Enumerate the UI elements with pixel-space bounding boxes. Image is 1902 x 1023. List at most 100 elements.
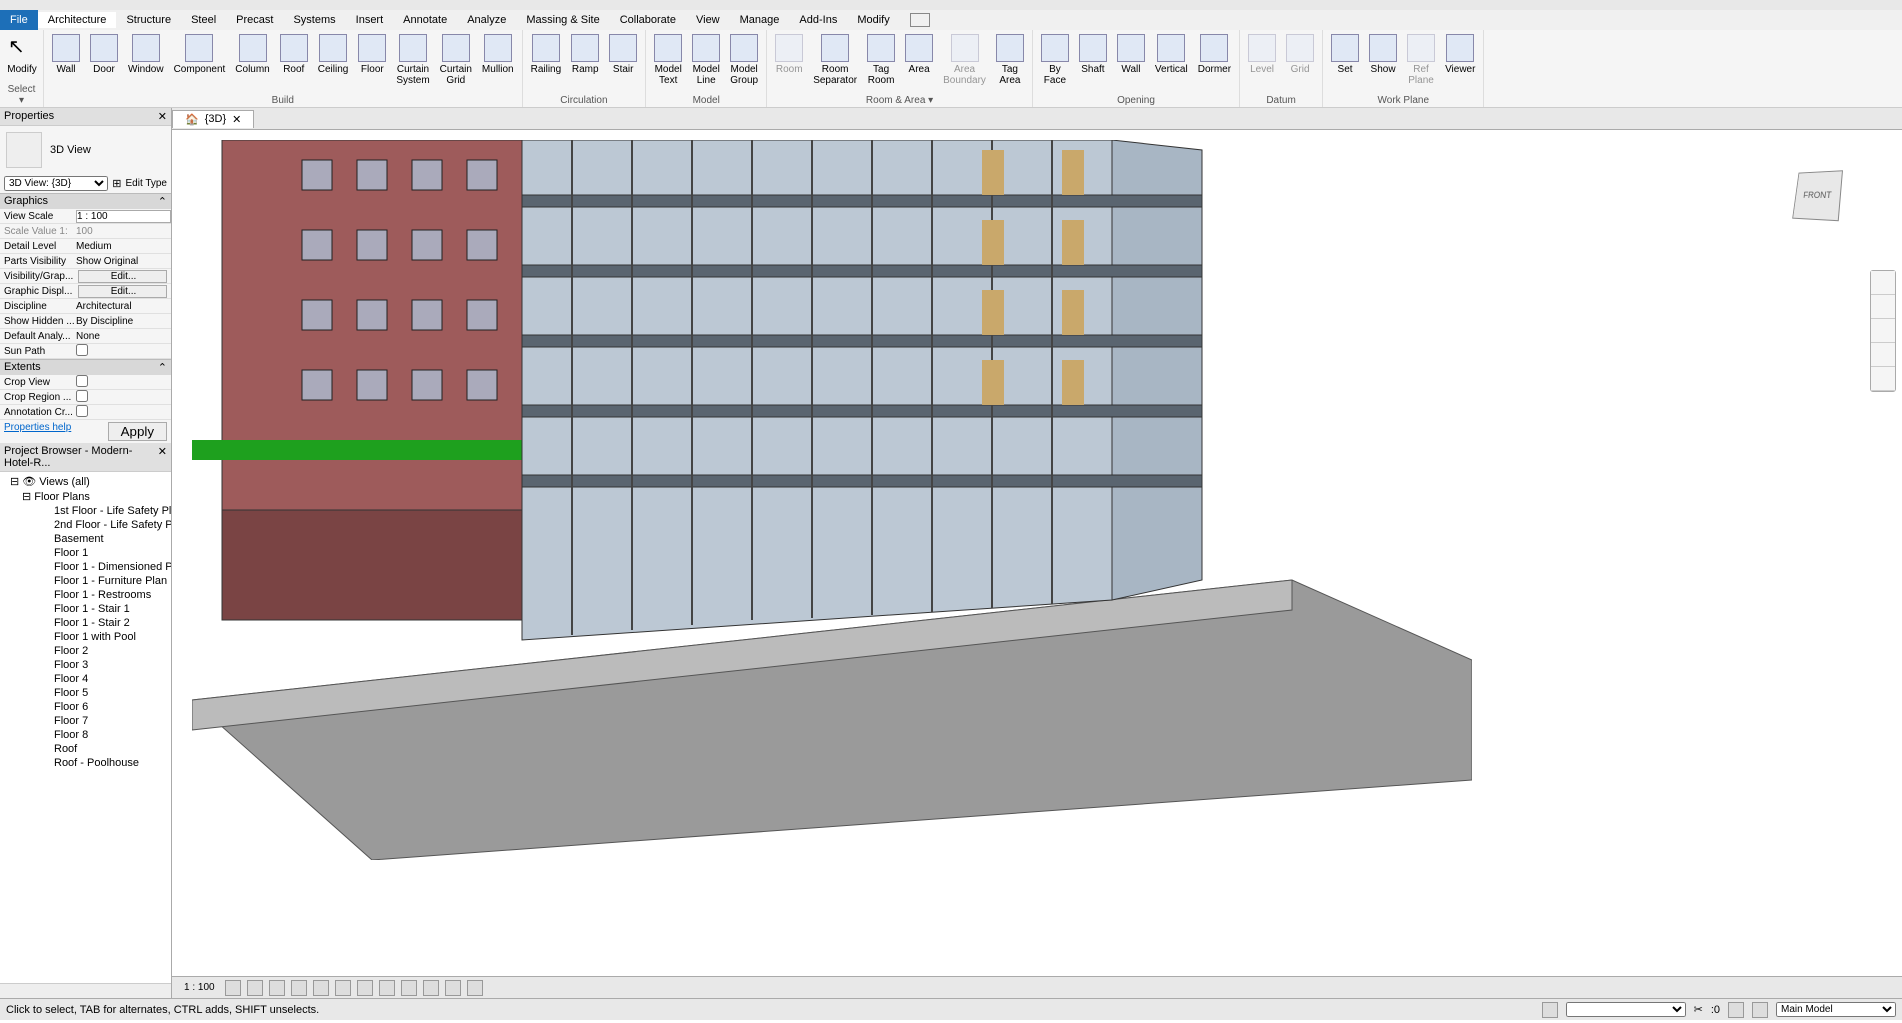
menu-tab-systems[interactable]: Systems [283, 12, 345, 28]
browser-item[interactable]: Floor 1 [2, 546, 169, 560]
visibility-edit-button[interactable]: Edit... [78, 270, 167, 283]
floor-plans-node[interactable]: ⊟ Floor Plans [2, 489, 169, 504]
design-options-dropdown[interactable]: Main Model [1776, 1002, 1896, 1017]
floor-tool[interactable]: Floor [354, 32, 390, 77]
file-menu[interactable]: File [0, 10, 38, 30]
pan-icon[interactable] [1871, 295, 1895, 319]
menu-tab-annotate[interactable]: Annotate [393, 12, 457, 28]
menu-tab-insert[interactable]: Insert [346, 12, 394, 28]
steering-wheel-icon[interactable] [1871, 271, 1895, 295]
show-tool[interactable]: Show [1365, 32, 1401, 77]
browser-item[interactable]: 1st Floor - Life Safety Pla... [2, 504, 169, 518]
model-line-tool[interactable]: ModelLine [688, 32, 724, 88]
browser-item[interactable]: 2nd Floor - Life Safety Pla... [2, 518, 169, 532]
orbit-icon[interactable] [1871, 343, 1895, 367]
browser-item[interactable]: Floor 1 - Furniture Plan [2, 574, 169, 588]
area-tool[interactable]: Area [901, 32, 937, 77]
menu-tab-collaborate[interactable]: Collaborate [610, 12, 686, 28]
expand-icon[interactable] [1871, 367, 1895, 391]
views-root[interactable]: ⊟ 👁 Views (all) [2, 474, 169, 489]
annotation-crop-checkbox[interactable] [76, 405, 88, 417]
view-cube[interactable]: FRONT [1792, 170, 1872, 250]
menu-tab-precast[interactable]: Precast [226, 12, 283, 28]
browser-item[interactable]: Floor 6 [2, 700, 169, 714]
menu-tab-architecture[interactable]: Architecture [38, 12, 117, 28]
menu-tab-massingsite[interactable]: Massing & Site [516, 12, 609, 28]
show-hidden-value[interactable]: By Discipline [74, 316, 171, 327]
menu-tab-steel[interactable]: Steel [181, 12, 226, 28]
menu-tab-structure[interactable]: Structure [116, 12, 181, 28]
viewer-tool[interactable]: Viewer [1441, 32, 1479, 77]
browser-item[interactable]: Floor 3 [2, 658, 169, 672]
shaft-tool[interactable]: Shaft [1075, 32, 1111, 77]
crop-icon[interactable] [335, 980, 351, 996]
sun-path-icon[interactable] [269, 980, 285, 996]
browser-item[interactable]: Floor 2 [2, 644, 169, 658]
curtain-grid-tool[interactable]: CurtainGrid [436, 32, 476, 88]
analytical-icon[interactable] [445, 980, 461, 996]
browser-item[interactable]: Floor 1 - Restrooms [2, 588, 169, 602]
properties-help-link[interactable]: Properties help [4, 422, 71, 441]
worksets-icon[interactable] [1542, 1002, 1558, 1018]
browser-item[interactable]: Floor 7 [2, 714, 169, 728]
dormer-tool[interactable]: Dormer [1194, 32, 1235, 77]
render-icon[interactable] [313, 980, 329, 996]
vertical-tool[interactable]: Vertical [1151, 32, 1192, 77]
crop-region-checkbox[interactable] [76, 390, 88, 402]
view-tab-3d[interactable]: 🏠 {3D} ✕ [172, 110, 254, 128]
parts-vis-value[interactable]: Show Original [74, 256, 171, 267]
menu-tab-manage[interactable]: Manage [730, 12, 790, 28]
crop-view-checkbox[interactable] [76, 375, 88, 387]
room-separator-tool[interactable]: RoomSeparator [809, 32, 861, 88]
crop-region-icon[interactable] [357, 980, 373, 996]
stair-tool[interactable]: Stair [605, 32, 641, 77]
filter-icon[interactable] [1728, 1002, 1744, 1018]
model-text-tool[interactable]: ModelText [650, 32, 686, 88]
roof-tool[interactable]: Roof [276, 32, 312, 77]
reveal-icon[interactable] [423, 980, 439, 996]
component-tool[interactable]: Component [170, 32, 230, 77]
close-tab[interactable]: ✕ [232, 113, 241, 126]
editable-icon[interactable] [1752, 1002, 1768, 1018]
tag-area-tool[interactable]: TagArea [992, 32, 1028, 88]
menu-tab-view[interactable]: View [686, 12, 730, 28]
by-face-tool[interactable]: ByFace [1037, 32, 1073, 88]
wall-tool[interactable]: Wall [1113, 32, 1149, 77]
browser-item[interactable]: Floor 1 with Pool [2, 630, 169, 644]
model-group-tool[interactable]: ModelGroup [726, 32, 762, 88]
temp-hide-icon[interactable] [401, 980, 417, 996]
constraints-icon[interactable] [467, 980, 483, 996]
browser-item[interactable]: Floor 5 [2, 686, 169, 700]
project-browser[interactable]: ⊟ 👁 Views (all) ⊟ Floor Plans 1st Floor … [0, 472, 171, 983]
set-tool[interactable]: Set [1327, 32, 1363, 77]
browser-item[interactable]: Floor 1 - Stair 2 [2, 616, 169, 630]
browser-item[interactable]: Floor 1 - Dimensioned Pl... [2, 560, 169, 574]
browser-item[interactable]: Roof - Poolhouse [2, 756, 169, 770]
railing-tool[interactable]: Railing [527, 32, 566, 77]
browser-item[interactable]: Floor 1 - Stair 1 [2, 602, 169, 616]
menu-tab-addins[interactable]: Add-Ins [789, 12, 847, 28]
browser-item[interactable]: Floor 8 [2, 728, 169, 742]
discipline-value[interactable]: Architectural [74, 301, 171, 312]
door-tool[interactable]: Door [86, 32, 122, 77]
view-instance-dropdown[interactable]: 3D View: {3D} [4, 176, 108, 191]
curtain-system-tool[interactable]: CurtainSystem [392, 32, 433, 88]
detail-level-icon[interactable] [225, 980, 241, 996]
browser-item[interactable]: Basement [2, 532, 169, 546]
workset-dropdown[interactable] [1566, 1002, 1686, 1017]
visual-style-icon[interactable] [247, 980, 263, 996]
shadows-icon[interactable] [291, 980, 307, 996]
tag-room-tool[interactable]: TagRoom [863, 32, 899, 88]
graphics-category[interactable]: Graphics⌃ [0, 193, 171, 209]
scale-display[interactable]: 1 : 100 [180, 982, 219, 993]
zoom-icon[interactable] [1871, 319, 1895, 343]
ramp-tool[interactable]: Ramp [567, 32, 603, 77]
view-scale-input[interactable] [76, 210, 171, 223]
sun-path-checkbox[interactable] [76, 344, 88, 356]
window-tool[interactable]: Window [124, 32, 168, 77]
3d-viewport[interactable]: FRONT [172, 130, 1902, 976]
lock-icon[interactable] [379, 980, 395, 996]
default-analysis-value[interactable]: None [74, 331, 171, 342]
browser-scrollbar[interactable] [0, 983, 171, 998]
appearance-icon[interactable] [910, 13, 930, 27]
